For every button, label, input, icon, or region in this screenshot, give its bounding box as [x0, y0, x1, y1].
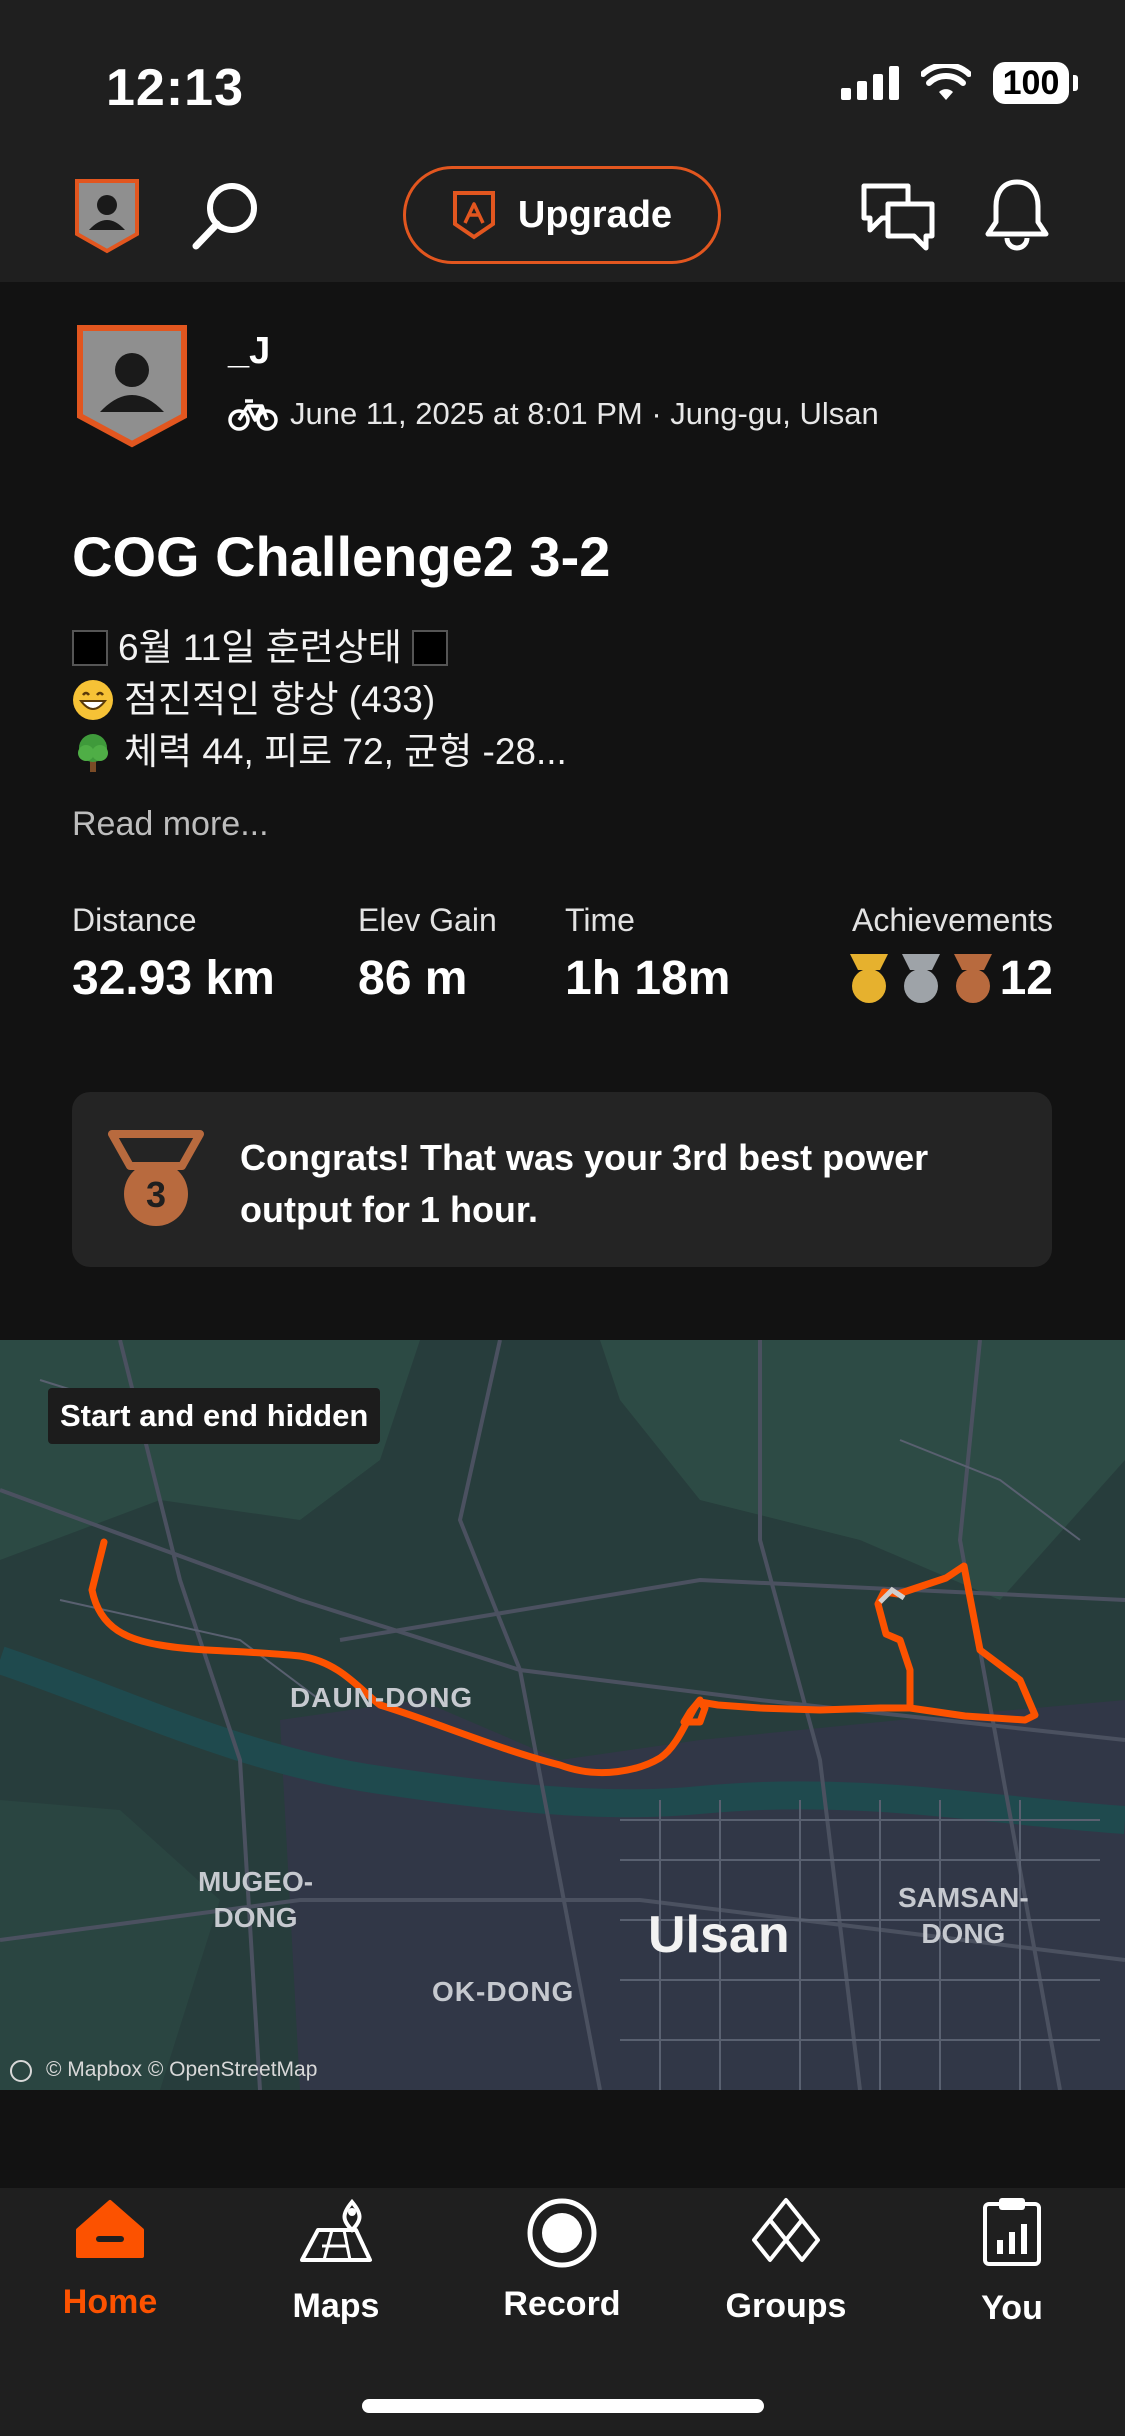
silver-medal-icon	[901, 953, 940, 1003]
stat-time: Time 1h 18m	[565, 902, 730, 1006]
description-line: 점진적인 향상 (433)	[124, 679, 436, 720]
stat-achievements[interactable]: Achievements 12	[844, 902, 1053, 1006]
battery-indicator: 100	[993, 62, 1078, 104]
tab-record[interactable]: Record	[472, 2196, 652, 2324]
activity-date-location: June 11, 2025 at 8:01 PM · Jung-gu, Ulsa…	[290, 396, 879, 431]
map-label-line: SAMSAN-	[898, 1882, 1029, 1913]
grinning-emoji-icon	[73, 680, 113, 720]
map-label-ulsan: Ulsan	[648, 1906, 790, 1964]
strava-shield-icon	[452, 191, 495, 240]
signal-icon	[841, 66, 899, 100]
description-line: 체력 44, 피로 72, 균형 -28...	[124, 731, 567, 772]
home-icon	[76, 2200, 144, 2258]
tree-emoji-icon	[78, 734, 108, 772]
bell-icon	[985, 179, 1049, 251]
tab-label: Home	[62, 2283, 158, 2321]
upgrade-button[interactable]: Upgrade	[403, 166, 721, 264]
status-icons: 100	[841, 62, 1078, 104]
stat-label: Achievements	[852, 902, 1053, 938]
stat-elev-gain: Elev Gain 86 m	[358, 902, 497, 1006]
tab-groups[interactable]: Groups	[696, 2196, 876, 2326]
map-label-line: MUGEO-	[198, 1866, 314, 1897]
map-icon	[300, 2198, 372, 2262]
tab-maps[interactable]: Maps	[246, 2196, 426, 2326]
map-label-samsan: SAMSAN- DONG	[898, 1880, 1029, 1952]
map-label-line: DONG	[921, 1918, 1006, 1949]
map-label-okdong: OK-DONG	[432, 1976, 575, 2007]
notifications-button[interactable]	[982, 176, 1052, 257]
stat-value: 86 m	[358, 952, 468, 1005]
achievements-count: 12	[999, 952, 1053, 1005]
tab-label: Maps	[292, 2287, 380, 2325]
status-time: 12:13	[106, 59, 244, 117]
tab-you[interactable]: You	[922, 2196, 1102, 2328]
stat-value: 1h 18m	[565, 952, 731, 1005]
map-label-daun: DAUN-DONG	[290, 1682, 474, 1713]
medal-rank: 3	[145, 1174, 167, 1215]
black-square-icon	[72, 630, 108, 666]
activity-title[interactable]: COG Challenge2 3-2	[72, 524, 610, 589]
search-button[interactable]	[190, 180, 262, 257]
activity-description: 6월 11일 훈련상태 점진적인 향상 (433) 체력 44, 피로 72, …	[72, 622, 567, 778]
profile-avatar-button[interactable]	[74, 178, 140, 259]
tab-label: Record	[503, 2285, 621, 2323]
stat-label: Distance	[72, 902, 197, 938]
privacy-badge: Start and end hidden	[48, 1388, 381, 1444]
stat-label: Elev Gain	[358, 902, 497, 938]
stat-label: Time	[565, 902, 635, 938]
athlete-name[interactable]: _J	[228, 330, 270, 373]
description-line: 6월 11일 훈련상태	[118, 627, 402, 668]
avatar-icon	[75, 179, 139, 254]
messages-button[interactable]	[860, 180, 936, 257]
avatar-icon	[77, 325, 187, 448]
mapbox-logo-icon[interactable]	[10, 2060, 32, 2082]
athlete-avatar[interactable]	[76, 324, 188, 453]
upgrade-label: Upgrade	[517, 193, 673, 236]
home-indicator	[362, 2399, 764, 2413]
map-label-mugeo: MUGEO- DONG	[198, 1864, 313, 1936]
read-more-link[interactable]: Read more...	[72, 805, 269, 844]
tab-home[interactable]: Home	[20, 2196, 200, 2322]
achievement-message: Congrats! That was your 3rd best power o…	[240, 1137, 929, 1230]
stat-value: 32.93 km	[72, 952, 275, 1005]
gold-medal-icon	[849, 953, 888, 1003]
search-icon	[192, 183, 257, 250]
map-attribution[interactable]: © Mapbox © OpenStreetMap	[46, 2058, 317, 2082]
activity-meta: June 11, 2025 at 8:01 PM · Jung-gu, Ulsa…	[228, 396, 879, 432]
tab-label: Groups	[725, 2287, 847, 2325]
black-square-icon	[411, 630, 448, 666]
bronze-medal-icon	[953, 953, 992, 1003]
bike-icon	[228, 399, 278, 431]
achievements-summary: 12	[844, 951, 1053, 1006]
map-label-line: DONG	[213, 1902, 298, 1933]
chat-bubbles-icon	[861, 183, 935, 251]
clipboard-chart-icon	[983, 2198, 1041, 2266]
bronze-medal-badge: 3	[108, 1130, 204, 1235]
record-icon	[527, 2198, 597, 2268]
groups-icon	[752, 2198, 820, 2262]
tab-label: You	[981, 2289, 1043, 2327]
wifi-icon	[921, 64, 971, 100]
stat-distance: Distance 32.93 km	[72, 902, 275, 1006]
